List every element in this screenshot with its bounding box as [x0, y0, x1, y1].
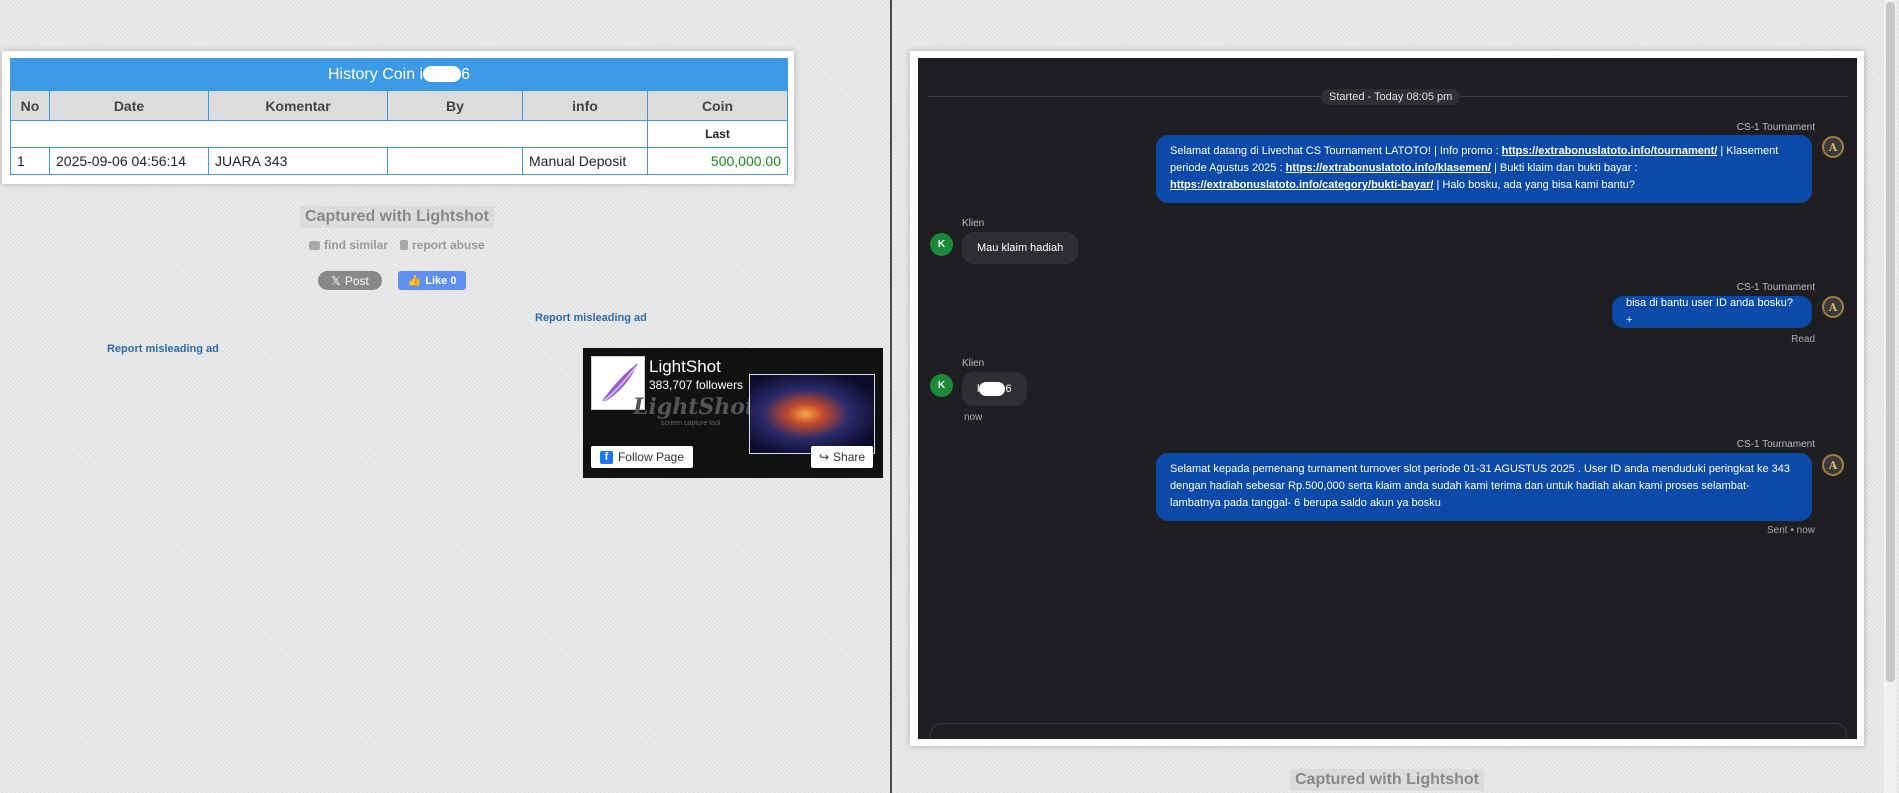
redaction-mask	[423, 66, 462, 83]
right-screenshot-pane: Started - Today 08:05 pm CS-1 Tournament…	[892, 0, 1899, 793]
thumbs-up-icon: 👍	[407, 275, 422, 287]
agent-name: CS-1 Tournament	[1736, 282, 1815, 293]
client-avatar: K	[930, 374, 953, 397]
message-time: now	[964, 412, 983, 423]
agent-message: Selamat datang di Livechat CS Tournament…	[1156, 135, 1812, 203]
history-coin-card: History Coin i6 No Date Komentar By info…	[2, 51, 794, 184]
agent-name: CS-1 Tournament	[1736, 122, 1815, 133]
client-message: l6	[962, 372, 1027, 406]
facebook-icon: f	[599, 450, 613, 464]
client-name: Klien	[962, 218, 985, 229]
report-misleading-ad-link[interactable]: Report misleading ad	[107, 343, 219, 355]
find-similar-link[interactable]: find similar	[309, 238, 388, 252]
share-button[interactable]: ↪ Share	[811, 446, 873, 468]
cell-by	[387, 147, 523, 175]
facebook-like-button[interactable]: 👍 Like 0	[398, 271, 466, 290]
cell-coin: 500,000.00	[647, 147, 788, 175]
lightshot-watermark-sub: screen capture tool	[661, 420, 721, 427]
tournament-link[interactable]: https://extrabonuslatoto.info/tournament…	[1502, 145, 1718, 157]
klasemen-link[interactable]: https://extrabonuslatoto.info/klasemen/	[1286, 162, 1491, 174]
last-label: Last	[647, 120, 788, 148]
col-info: info	[522, 90, 648, 121]
page-scrollbar[interactable]	[1884, 0, 1897, 793]
message-sent-status: Sent • now	[1767, 525, 1815, 536]
agent-avatar: A	[1822, 296, 1844, 318]
agent-avatar: A	[1822, 136, 1844, 158]
x-logo-icon: 𝕏	[331, 273, 341, 288]
bukti-bayar-link[interactable]: https://extrabonuslatoto.info/category/b…	[1170, 179, 1433, 191]
agent-avatar: A	[1822, 454, 1844, 476]
client-avatar: K	[930, 233, 953, 256]
history-title: History Coin i6	[10, 58, 788, 91]
cell-info: Manual Deposit	[522, 147, 648, 175]
col-coin: Coin	[647, 90, 788, 121]
cell-date: 2025-09-06 04:56:14	[49, 147, 209, 175]
left-screenshot-pane: History Coin i6 No Date Komentar By info…	[0, 0, 890, 793]
col-by: By	[387, 90, 523, 121]
session-started-label: Started - Today 08:05 pm	[1321, 89, 1461, 105]
message-read-status: Read	[1791, 334, 1815, 345]
facebook-page-widget[interactable]: LightShot 383,707 followers LightShot sc…	[583, 348, 883, 478]
table-row: 1 2025-09-06 04:56:14 JUARA 343 Manual D…	[10, 147, 788, 175]
cell-no: 1	[10, 147, 50, 175]
follow-page-button[interactable]: f Follow Page	[591, 446, 693, 468]
galaxy-thumbnail	[749, 374, 875, 454]
report-abuse-link[interactable]: report abuse	[400, 238, 485, 252]
share-arrow-icon: ↪	[818, 450, 830, 464]
followers-count: 383,707 followers	[649, 378, 744, 392]
lightshot-watermark: LightShot	[633, 394, 756, 420]
livechat-panel: Started - Today 08:05 pm CS-1 Tournament…	[918, 58, 1857, 739]
col-komentar: Komentar	[208, 90, 388, 121]
scrollbar-thumb[interactable]	[1886, 2, 1895, 682]
redaction-mask	[979, 382, 1006, 396]
report-icon	[400, 240, 408, 250]
cell-komentar: JUARA 343	[208, 147, 388, 175]
page-name[interactable]: LightShot	[649, 357, 721, 377]
client-message: Mau klaim hadiah	[962, 232, 1079, 264]
x-post-button[interactable]: 𝕏 Post	[318, 271, 382, 290]
report-misleading-ad-link[interactable]: Report misleading ad	[535, 312, 647, 324]
chat-message-input[interactable]	[930, 723, 1847, 739]
captured-with-lightshot-label: Captured with Lightshot	[1290, 769, 1484, 791]
agent-message: bisa di bantu user ID anda bosku?+	[1612, 296, 1812, 328]
col-date: Date	[49, 90, 209, 121]
camera-icon	[309, 240, 320, 250]
agent-message: Selamat kepada pemenang turnament turnov…	[1156, 453, 1812, 521]
captured-with-lightshot-label: Captured with Lightshot	[300, 206, 494, 228]
client-name: Klien	[962, 358, 985, 369]
col-no: No	[10, 90, 50, 121]
chat-screenshot-frame: Started - Today 08:05 pm CS-1 Tournament…	[910, 51, 1864, 746]
history-coin-table: History Coin i6 No Date Komentar By info…	[10, 58, 788, 175]
agent-name: CS-1 Tournament	[1736, 439, 1815, 450]
